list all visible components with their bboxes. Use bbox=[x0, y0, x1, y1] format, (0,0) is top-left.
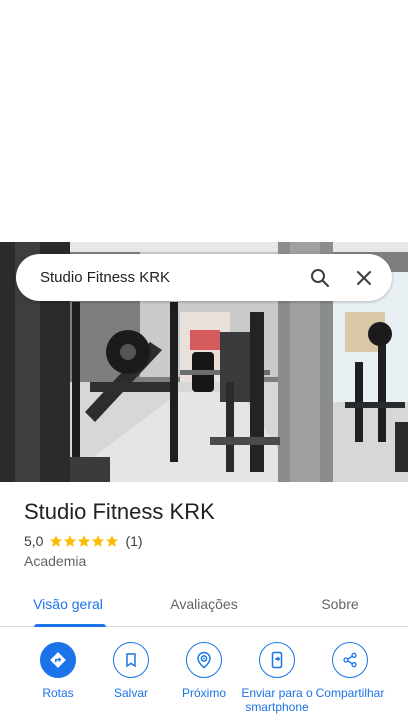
search-icon[interactable] bbox=[298, 256, 342, 300]
action-label: Próximo bbox=[181, 686, 226, 700]
place-info: Studio Fitness KRK 5,0 (1) Academia bbox=[24, 498, 394, 569]
send-to-phone-button[interactable]: Enviar para o smartphone bbox=[239, 642, 315, 714]
star-icon bbox=[106, 535, 119, 547]
action-label: Rotas bbox=[42, 686, 74, 700]
star-icon bbox=[92, 535, 105, 547]
tab-overview[interactable]: Visão geral bbox=[0, 585, 136, 627]
star-icon bbox=[50, 535, 63, 547]
directions-icon bbox=[50, 652, 66, 668]
send-to-phone-icon-circle bbox=[259, 642, 295, 678]
nearby-icon bbox=[197, 651, 211, 669]
place-title: Studio Fitness KRK bbox=[24, 499, 215, 524]
directions-button[interactable]: Rotas bbox=[20, 642, 96, 700]
share-button[interactable]: Compartilhar bbox=[312, 642, 388, 700]
share-icon-circle bbox=[332, 642, 368, 678]
action-label: Salvar bbox=[113, 686, 148, 700]
close-icon[interactable] bbox=[342, 256, 386, 300]
star-icon bbox=[78, 535, 91, 547]
tab-about[interactable]: Sobre bbox=[272, 585, 408, 626]
action-label: Compartilhar bbox=[315, 686, 385, 700]
share-icon bbox=[343, 652, 357, 668]
directions-icon-circle bbox=[40, 642, 76, 678]
tab-reviews[interactable]: Avaliações bbox=[136, 585, 272, 626]
star-rating bbox=[49, 534, 119, 548]
search-bar bbox=[16, 254, 392, 301]
nearby-button[interactable]: Próximo bbox=[166, 642, 242, 700]
bookmark-icon bbox=[126, 653, 136, 668]
review-count[interactable]: (1) bbox=[125, 533, 142, 549]
send-to-phone-icon bbox=[271, 651, 283, 669]
save-icon-circle bbox=[113, 642, 149, 678]
nearby-icon-circle bbox=[186, 642, 222, 678]
place-category: Academia bbox=[24, 553, 87, 569]
search-input[interactable] bbox=[16, 254, 298, 301]
place-tabs: Visão geral Avaliações Sobre bbox=[0, 585, 408, 627]
rating-row[interactable]: 5,0 (1) bbox=[24, 531, 394, 551]
save-button[interactable]: Salvar bbox=[93, 642, 169, 700]
action-bar: Rotas Salvar Próximo Enviar para o smart… bbox=[0, 642, 408, 724]
rating-value: 5,0 bbox=[24, 533, 44, 549]
action-label: Enviar para o smartphone bbox=[241, 686, 313, 714]
map-blank-area bbox=[0, 0, 408, 242]
star-icon bbox=[64, 535, 77, 547]
